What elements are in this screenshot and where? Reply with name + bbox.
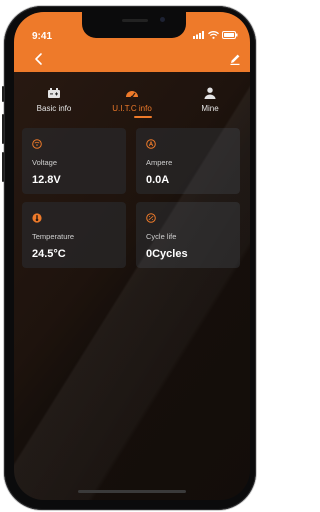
app-screen: 9:41 Basic info U.I.T.C info Mine Voltag…	[14, 12, 250, 500]
temperature-icon	[32, 213, 42, 223]
home-indicator[interactable]	[78, 490, 186, 493]
volume-up-button	[2, 114, 4, 144]
battery-status-icon	[222, 31, 238, 39]
card-label: Temperature	[32, 232, 75, 241]
voltage-card: Voltage 12.8V	[22, 128, 126, 194]
voltage-icon	[32, 139, 42, 149]
temperature-card: Temperature 24.5°C	[22, 202, 126, 268]
status-time: 9:41	[32, 31, 53, 42]
speaker-grille	[122, 19, 148, 22]
tab-label: Mine	[201, 104, 219, 113]
ampere-card: Ampere 0.0A	[136, 128, 240, 194]
card-value: 0.0A	[146, 174, 170, 186]
mute-switch	[2, 86, 4, 102]
tab-label: U.I.T.C info	[112, 104, 152, 113]
active-tab-indicator	[134, 116, 152, 118]
wifi-icon	[208, 31, 219, 39]
device-notch	[82, 12, 186, 38]
volume-down-button	[2, 152, 4, 182]
front-camera	[160, 17, 165, 22]
card-label: Cycle life	[146, 232, 177, 241]
ampere-icon	[146, 139, 156, 149]
cycle-life-card: Cycle life 0Cycles	[136, 202, 240, 268]
tab-uitc-info[interactable]: U.I.T.C info	[92, 86, 172, 113]
person-icon	[204, 87, 216, 99]
battery-icon	[48, 88, 60, 98]
tab-bar: Basic info U.I.T.C info Mine	[14, 86, 250, 126]
gauge-icon	[126, 91, 138, 99]
card-value: 24.5°C	[32, 248, 66, 260]
tab-mine[interactable]: Mine	[170, 86, 250, 113]
signal-icon	[193, 31, 204, 39]
tab-label: Basic info	[36, 104, 72, 113]
card-label: Ampere	[146, 158, 173, 167]
edit-pencil-icon[interactable]	[228, 52, 242, 66]
tab-basic-info[interactable]: Basic info	[14, 86, 94, 113]
cycle-icon	[146, 213, 156, 223]
card-label: Voltage	[32, 158, 58, 167]
card-value: 0Cycles	[146, 248, 188, 260]
status-icons	[193, 31, 238, 39]
back-arrow-icon[interactable]	[32, 52, 46, 66]
card-value: 12.8V	[32, 174, 61, 186]
